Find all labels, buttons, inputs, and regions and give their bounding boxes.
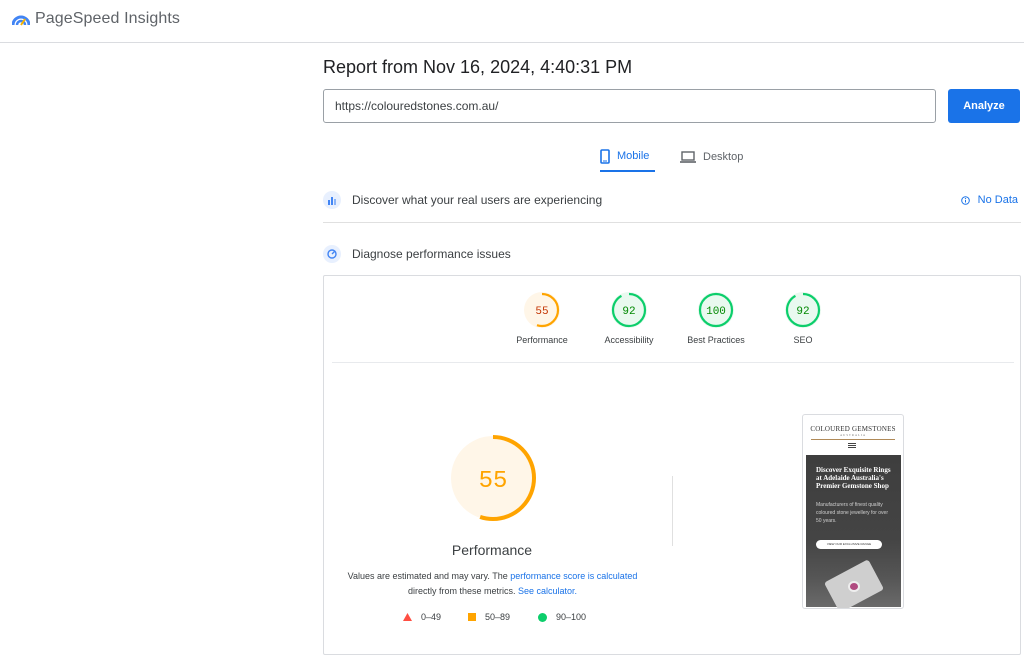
report-title: Report from Nov 16, 2024, 4:40:31 PM bbox=[323, 57, 633, 77]
note-text: Values are estimated and may vary. The bbox=[347, 571, 508, 581]
svg-text:55: 55 bbox=[535, 306, 548, 318]
svg-text:92: 92 bbox=[622, 306, 635, 318]
gauge-ring: 92 bbox=[785, 292, 821, 328]
pagespeed-logo-icon[interactable] bbox=[12, 11, 30, 27]
svg-text:100: 100 bbox=[706, 306, 726, 318]
note-text-2: directly from these metrics. bbox=[407, 586, 516, 596]
tab-mobile[interactable]: Mobile bbox=[600, 142, 655, 172]
hero-text: Manufacturers of finest quality coloured… bbox=[816, 502, 888, 524]
screenshot-hero: Discover Exquisite Rings at Adelaide Aus… bbox=[806, 455, 901, 608]
diagnose-label: Diagnose performance issues bbox=[352, 247, 511, 261]
panel-divider bbox=[332, 362, 1014, 363]
svg-text:55: 55 bbox=[479, 468, 508, 495]
gauge-label: Performance bbox=[516, 335, 568, 345]
hero-title: Discover Exquisite Rings at Adelaide Aus… bbox=[816, 466, 891, 490]
performance-title: Performance bbox=[451, 542, 533, 558]
gauge-label: Accessibility bbox=[604, 335, 654, 345]
hamburger-menu-icon bbox=[848, 443, 856, 448]
info-icon bbox=[960, 195, 970, 205]
diagnose-section: Diagnose performance issues bbox=[323, 241, 1021, 267]
diagnose-icon bbox=[323, 245, 341, 263]
page-screenshot[interactable]: COLOURED GEMSTONES AUSTRALIA Discover Ex… bbox=[802, 414, 904, 609]
no-data-status[interactable]: No Data bbox=[960, 187, 1018, 213]
screenshot-rule bbox=[811, 439, 895, 440]
legend-average: 50–89 bbox=[468, 612, 510, 622]
legend-label: 90–100 bbox=[556, 612, 587, 622]
legend-label: 0–49 bbox=[421, 612, 442, 622]
legend-label: 50–89 bbox=[485, 612, 511, 622]
report-panel: 55 Performance 92 Accessibility 100 Best… bbox=[323, 275, 1021, 655]
tab-desktop-label: Desktop bbox=[703, 151, 744, 163]
gauge-seo[interactable]: 92 SEO bbox=[768, 292, 838, 345]
gauge-accessibility[interactable]: 92 Accessibility bbox=[594, 292, 664, 345]
top-bar: PageSpeed Insights bbox=[0, 0, 1024, 43]
see-calculator-link[interactable]: See calculator. bbox=[518, 586, 577, 596]
legend-good: 90–100 bbox=[538, 612, 586, 622]
users-chart-icon bbox=[323, 191, 341, 209]
tab-mobile-label: Mobile bbox=[617, 150, 650, 162]
screenshot-brand: COLOURED GEMSTONES bbox=[810, 425, 896, 433]
triangle-icon bbox=[403, 613, 412, 621]
gauge-ring: 55 bbox=[524, 292, 560, 328]
gauge-ring: 100 bbox=[698, 292, 734, 328]
circle-icon bbox=[538, 612, 547, 622]
gauge-performance[interactable]: 55 Performance bbox=[507, 292, 577, 345]
vertical-separator bbox=[672, 476, 673, 546]
real-users-section: Discover what your real users are experi… bbox=[323, 187, 1021, 213]
laptop-icon bbox=[680, 151, 696, 163]
performance-score-link[interactable]: performance score is calculated bbox=[510, 571, 637, 581]
gauge-best-practices[interactable]: 100 Best Practices bbox=[681, 292, 751, 345]
performance-gauge-large: 55 bbox=[450, 435, 536, 521]
app-title[interactable]: PageSpeed Insights bbox=[35, 10, 180, 28]
performance-note: Values are estimated and may vary. The p… bbox=[340, 569, 645, 599]
gauge-ring: 92 bbox=[611, 292, 647, 328]
gauge-label: SEO bbox=[793, 335, 813, 345]
smartphone-icon bbox=[600, 148, 610, 164]
real-users-label: Discover what your real users are experi… bbox=[352, 193, 603, 207]
section-divider bbox=[323, 222, 1021, 223]
tab-desktop[interactable]: Desktop bbox=[680, 142, 750, 172]
screenshot-brand-sub: AUSTRALIA bbox=[840, 433, 866, 437]
square-icon bbox=[468, 613, 476, 621]
gemstone-image bbox=[848, 581, 860, 592]
gauge-label: Best Practices bbox=[687, 335, 745, 345]
svg-text:92: 92 bbox=[796, 306, 809, 318]
no-data-label: No Data bbox=[977, 194, 1018, 206]
analyze-button[interactable]: Analyze bbox=[948, 89, 1020, 123]
legend-poor: 0–49 bbox=[403, 612, 441, 622]
url-input[interactable]: https://colouredstones.com.au/ bbox=[323, 89, 936, 123]
hero-button: VIEW OUR EXCLUSIVE RANGE bbox=[816, 540, 882, 549]
